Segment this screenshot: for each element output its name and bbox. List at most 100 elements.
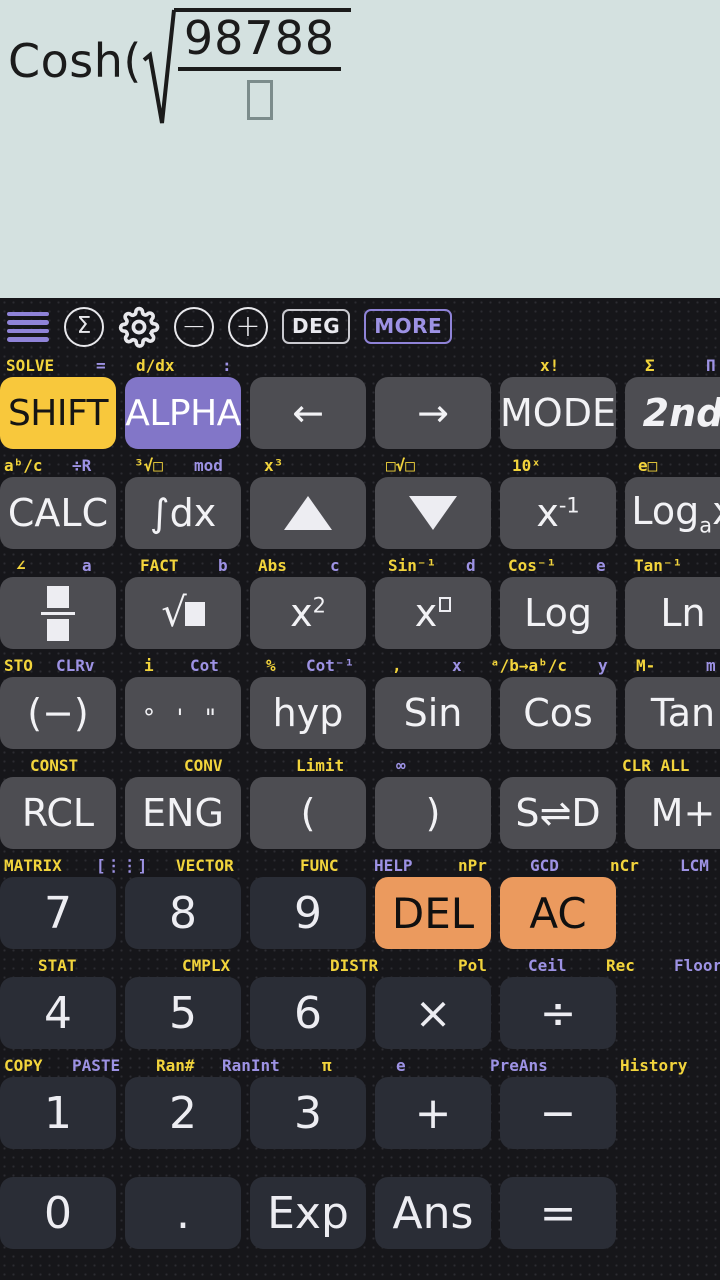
key-sublabel[interactable]: M-	[636, 655, 655, 677]
key-7[interactable]: 7	[0, 877, 116, 949]
key-2[interactable]: 2	[125, 1077, 241, 1149]
key-sublabel[interactable]: 10ˣ	[512, 455, 541, 477]
key-x[interactable]: x-1	[500, 477, 616, 549]
key-key[interactable]: ÷	[500, 977, 616, 1049]
key-sublabel[interactable]: b	[218, 555, 228, 577]
key-sublabel[interactable]: Ceil	[528, 955, 567, 977]
key-sublabel[interactable]: HELP	[374, 855, 413, 877]
key-del[interactable]: DEL	[375, 877, 491, 949]
key-key[interactable]: +	[375, 1077, 491, 1149]
key-x[interactable]: x2	[250, 577, 366, 649]
key-sublabel[interactable]: x	[452, 655, 462, 677]
key-cos[interactable]: Cos	[500, 677, 616, 749]
key-key[interactable]: (	[250, 777, 366, 849]
key-s-d[interactable]: S⇌D	[500, 777, 616, 849]
key-alpha[interactable]: ALPHA	[125, 377, 241, 449]
key-exp[interactable]: Exp	[250, 1177, 366, 1249]
key-key[interactable]: )	[375, 777, 491, 849]
key-sublabel[interactable]: ∠	[16, 555, 26, 577]
key-rcl[interactable]: RCL	[0, 777, 116, 849]
key-log[interactable]: Log	[500, 577, 616, 649]
fraction-denominator[interactable]	[246, 77, 273, 123]
key-tan[interactable]: Tan	[625, 677, 720, 749]
key-sublabel[interactable]: =	[96, 355, 106, 377]
key-key[interactable]	[250, 477, 366, 549]
key-sublabel[interactable]: CONST	[30, 755, 78, 777]
angle-mode-badge[interactable]: DEG	[282, 309, 351, 344]
key-sublabel[interactable]: Floor	[674, 955, 720, 977]
key-ln[interactable]: Ln	[625, 577, 720, 649]
key-ac[interactable]: AC	[500, 877, 616, 949]
key-sublabel[interactable]: c	[330, 555, 340, 577]
key-sublabel[interactable]: CLRv	[56, 655, 95, 677]
key-key[interactable]: .	[125, 1177, 241, 1249]
key-x[interactable]: x	[375, 577, 491, 649]
key-fraction[interactable]	[0, 577, 116, 649]
key-8[interactable]: 8	[125, 877, 241, 949]
key-4[interactable]: 4	[0, 977, 116, 1049]
key-shift[interactable]: SHIFT	[0, 377, 116, 449]
key-sublabel[interactable]: a	[82, 555, 92, 577]
key-sublabel[interactable]: Abs	[258, 555, 287, 577]
key-ans[interactable]: Ans	[375, 1177, 491, 1249]
plus-circle-icon[interactable]: +	[228, 306, 268, 347]
key-sublabel[interactable]: FUNC	[300, 855, 339, 877]
key-key[interactable]	[375, 477, 491, 549]
gear-icon[interactable]	[118, 306, 160, 348]
key-log-x[interactable]: Logax	[625, 477, 720, 549]
key-sublabel[interactable]: Π	[706, 355, 716, 377]
key-1[interactable]: 1	[0, 1077, 116, 1149]
key-sublabel[interactable]: [⋮⋮]	[96, 855, 147, 877]
key-sublabel[interactable]: ᵃ/b→aᵇ/c	[490, 655, 567, 677]
key-key[interactable]: ×	[375, 977, 491, 1049]
key-sublabel[interactable]: LCM	[680, 855, 709, 877]
key-sublabel[interactable]: PASTE	[72, 1055, 120, 1077]
key-sublabel[interactable]: π	[322, 1055, 332, 1077]
key-key[interactable]: ←	[250, 377, 366, 449]
key-dx[interactable]: ∫dx	[125, 477, 241, 549]
key-sublabel[interactable]: e□	[638, 455, 657, 477]
key-sublabel[interactable]: ,	[392, 655, 402, 677]
key-sublabel[interactable]: MATRIX	[4, 855, 62, 877]
key-sublabel[interactable]: VECTOR	[176, 855, 234, 877]
key-sublabel[interactable]: Cot⁻¹	[306, 655, 354, 677]
key-sublabel[interactable]: CMPLX	[182, 955, 230, 977]
hamburger-menu-icon[interactable]	[6, 311, 50, 342]
key-key[interactable]: −	[500, 1077, 616, 1149]
key-sublabel[interactable]: x³	[264, 455, 283, 477]
key-sublabel[interactable]: m	[706, 655, 716, 677]
key-3[interactable]: 3	[250, 1077, 366, 1149]
key-m[interactable]: M+	[625, 777, 720, 849]
key-sublabel[interactable]: CLR ALL	[622, 755, 689, 777]
key-sublabel[interactable]: :	[222, 355, 232, 377]
key-5[interactable]: 5	[125, 977, 241, 1049]
key-sublabel[interactable]: □√□	[386, 455, 415, 477]
key-hyp[interactable]: hyp	[250, 677, 366, 749]
key-sublabel[interactable]: nCr	[610, 855, 639, 877]
key-sublabel[interactable]: y	[598, 655, 608, 677]
key-sublabel[interactable]: Pol	[458, 955, 487, 977]
key-sublabel[interactable]: %	[266, 655, 276, 677]
key-sublabel[interactable]: CONV	[184, 755, 223, 777]
key-sublabel[interactable]: Cot	[190, 655, 219, 677]
key-key[interactable]: √	[125, 577, 241, 649]
key-sublabel[interactable]: nPr	[458, 855, 487, 877]
key-2nd[interactable]: 2nd	[625, 377, 720, 449]
key-sublabel[interactable]: ∞	[396, 755, 406, 777]
key-sublabel[interactable]: PreAns	[490, 1055, 548, 1077]
key-sublabel[interactable]: Limit	[296, 755, 344, 777]
key-sublabel[interactable]: x!	[540, 355, 559, 377]
key-0[interactable]: 0	[0, 1177, 116, 1249]
key-sublabel[interactable]: aᵇ/c	[4, 455, 43, 477]
key-6[interactable]: 6	[250, 977, 366, 1049]
key-sublabel[interactable]: ³√□	[134, 455, 163, 477]
key-sublabel[interactable]: d	[466, 555, 476, 577]
minus-circle-icon[interactable]: −	[174, 306, 214, 347]
key-key[interactable]: =	[500, 1177, 616, 1249]
key-sublabel[interactable]: i	[144, 655, 154, 677]
key-key[interactable]: ° ' "	[125, 677, 241, 749]
key-sublabel[interactable]: Rec	[606, 955, 635, 977]
key-sublabel[interactable]: STAT	[38, 955, 77, 977]
key-sublabel[interactable]: e	[596, 555, 606, 577]
key-sublabel[interactable]: d/dx	[136, 355, 175, 377]
